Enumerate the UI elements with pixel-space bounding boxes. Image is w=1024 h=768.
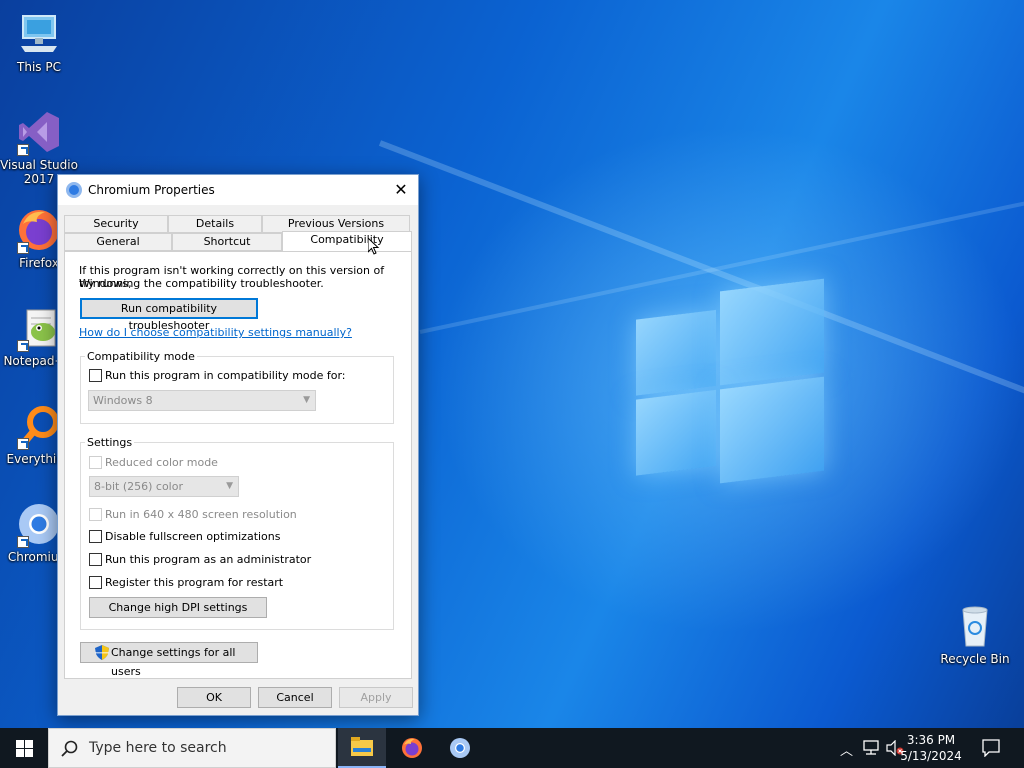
clock-time: 3:36 PM: [906, 733, 956, 747]
run-as-admin-checkbox[interactable]: [89, 553, 102, 566]
chevron-down-icon: ▼: [226, 481, 233, 491]
reduced-color-label: Reduced color mode: [105, 456, 218, 469]
cancel-button[interactable]: Cancel: [258, 687, 332, 708]
settings-label: Settings: [85, 436, 135, 449]
disable-fullscreen-label: Disable fullscreen optimizations: [105, 530, 281, 543]
action-center-icon[interactable]: [982, 739, 1000, 757]
tab-compatibility[interactable]: Compatibility: [282, 231, 412, 251]
dialog-titlebar[interactable]: Chromium Properties ✕: [58, 175, 418, 205]
chromium-icon: [450, 738, 470, 758]
mouse-cursor-icon: [368, 238, 380, 255]
chromium-icon: [15, 500, 63, 548]
change-all-users-label: Change settings for all users: [111, 646, 236, 678]
firefox-icon: [402, 738, 422, 758]
compatibility-mode-checkbox[interactable]: [89, 369, 102, 382]
visual-studio-icon: [15, 108, 63, 156]
os-version-value: Windows 8: [93, 394, 153, 407]
search-icon: [61, 740, 78, 757]
windows-start-icon: [16, 740, 33, 757]
color-depth-value: 8-bit (256) color: [94, 480, 183, 493]
desktop-icon-label: This PC: [17, 60, 61, 74]
run-troubleshooter-button[interactable]: Run compatibility troubleshooter: [80, 298, 258, 332]
chromium-properties-dialog: Chromium Properties ✕ Security Details P…: [57, 174, 419, 716]
search-placeholder: Type here to search: [89, 740, 227, 756]
desktop-icon-recycle-bin[interactable]: Recycle Bin: [936, 602, 1014, 666]
firefox-icon: [15, 206, 63, 254]
register-restart-checkbox[interactable]: [89, 576, 102, 589]
run-as-admin-label: Run this program as an administrator: [105, 553, 312, 566]
change-all-users-button[interactable]: Change settings for all users: [80, 642, 258, 678]
apply-button: Apply: [339, 687, 413, 708]
file-explorer-icon: [351, 737, 373, 756]
desktop-icon-label: Recycle Bin: [940, 652, 1010, 666]
disable-fullscreen-checkbox[interactable]: [89, 530, 102, 543]
compatibility-panel: If this program isn't working correctly …: [64, 251, 412, 679]
reduced-color-checkbox: [89, 456, 102, 469]
tab-details[interactable]: Details: [168, 215, 262, 233]
close-button[interactable]: ✕: [384, 175, 418, 205]
notepad-plus-plus-icon: [15, 304, 63, 352]
desktop-icon-label: Firefox: [19, 256, 59, 270]
compatibility-mode-checkbox-label: Run this program in compatibility mode f…: [105, 369, 346, 382]
tab-general[interactable]: General: [64, 233, 172, 251]
change-dpi-button[interactable]: Change high DPI settings: [89, 597, 267, 618]
color-depth-select: 8-bit (256) color ▼: [89, 476, 239, 497]
show-hidden-icons-chevron-icon[interactable]: ︿: [840, 740, 853, 759]
os-version-select: Windows 8 ▼: [88, 390, 316, 411]
desktop-icon-this-pc[interactable]: This PC: [0, 10, 78, 74]
everything-search-icon: [15, 402, 63, 450]
compatibility-mode-label: Compatibility mode: [85, 350, 197, 363]
register-restart-label: Register this program for restart: [105, 576, 284, 589]
start-button[interactable]: [0, 728, 48, 768]
chromium-icon: [66, 182, 82, 198]
taskbar-clock[interactable]: 3:36 PM 5/13/2024: [896, 732, 966, 764]
ok-button[interactable]: OK: [177, 687, 251, 708]
tab-shortcut[interactable]: Shortcut: [172, 233, 282, 251]
windows-logo-wallpaper: [636, 278, 826, 493]
recycle-bin-icon: [951, 602, 999, 650]
run-640x480-checkbox: [89, 508, 102, 521]
taskbar: Type here to search ︿ 3:36 PM 5/13/2024: [0, 728, 1024, 768]
taskbar-search-box[interactable]: Type here to search: [48, 728, 336, 768]
shield-icon: [95, 645, 109, 666]
taskbar-firefox[interactable]: [388, 728, 436, 768]
network-icon[interactable]: [862, 740, 880, 756]
clock-date: 5/13/2024: [900, 749, 962, 763]
computer-icon: [15, 10, 63, 58]
taskbar-chromium[interactable]: [436, 728, 484, 768]
manual-settings-link[interactable]: How do I choose compatibility settings m…: [79, 326, 352, 339]
run-640x480-label: Run in 640 x 480 screen resolution: [105, 508, 297, 521]
taskbar-file-explorer[interactable]: [338, 728, 386, 768]
tab-security[interactable]: Security: [64, 215, 168, 233]
dialog-title: Chromium Properties: [88, 183, 215, 197]
chevron-down-icon: ▼: [303, 395, 310, 405]
intro-text-line2: try running the compatibility troublesho…: [79, 277, 324, 290]
desktop: This PC Visual Studio 2017 Firefox Notep…: [0, 0, 1024, 728]
